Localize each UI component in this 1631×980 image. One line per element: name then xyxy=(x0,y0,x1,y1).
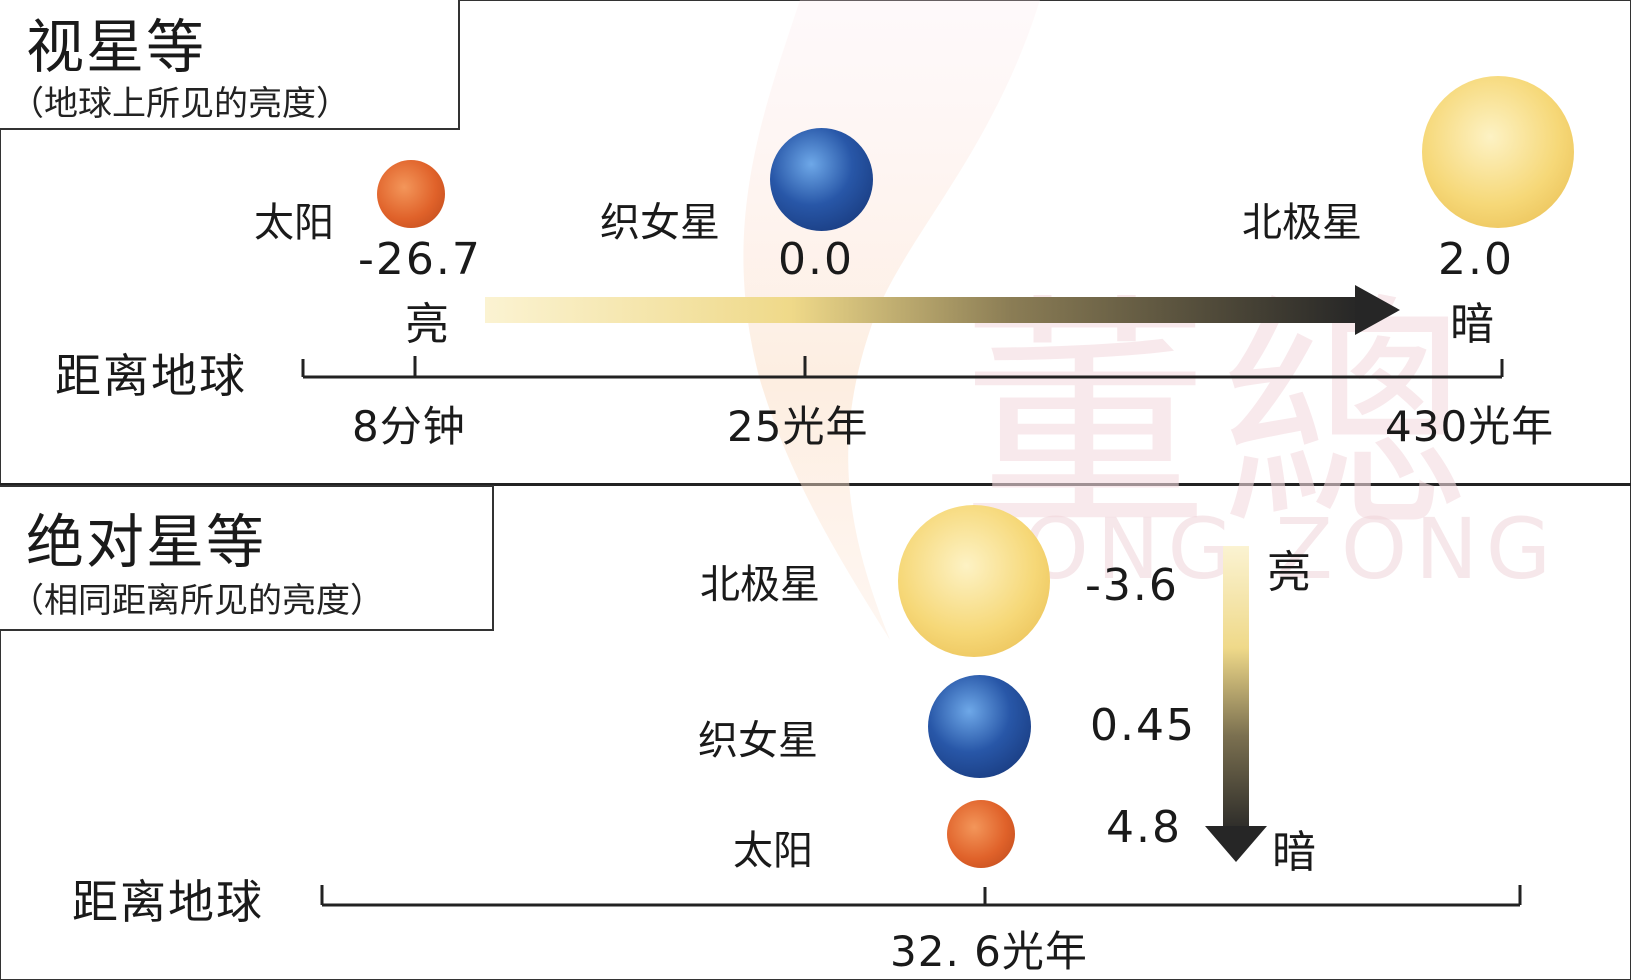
top-star-name-sun: 太阳 xyxy=(254,200,334,246)
bottom-star-name-vega: 织女星 xyxy=(698,718,818,764)
sun-ball xyxy=(947,800,1015,868)
top-star-name-vega: 织女星 xyxy=(600,200,720,246)
top-star-magnitude-sun: -26.7 xyxy=(358,234,482,285)
vega-ball xyxy=(770,128,873,231)
top-star-name-polaris: 北极星 xyxy=(1242,200,1362,246)
top-distance-label: 距离地球 xyxy=(55,349,247,403)
top-star-magnitude-polaris: 2.0 xyxy=(1438,234,1514,285)
top-bright-label: 亮 xyxy=(405,299,449,350)
sun-ball xyxy=(377,160,445,228)
polaris-ball xyxy=(1422,76,1574,228)
top-tick-430ly: 430光年 xyxy=(1385,402,1555,451)
bottom-distance-label: 距离地球 xyxy=(72,875,264,929)
bottom-star-magnitude-sun: 4.8 xyxy=(1106,802,1182,853)
top-tick-25ly: 25光年 xyxy=(727,402,869,451)
top-star-magnitude-vega: 0.0 xyxy=(778,234,854,285)
brightness-arrow-vertical xyxy=(1205,546,1267,862)
bottom-star-magnitude-vega: 0.45 xyxy=(1090,700,1196,751)
bottom-bright-label: 亮 xyxy=(1267,547,1311,598)
bottom-tick-32-6ly: 32. 6光年 xyxy=(890,927,1088,976)
polaris-ball xyxy=(898,505,1050,657)
absolute-magnitude-subtitle: （相同距离所见的亮度） xyxy=(10,581,384,621)
top-dark-label: 暗 xyxy=(1450,299,1494,350)
bottom-star-magnitude-polaris: -3.6 xyxy=(1085,560,1179,611)
brightness-arrow-horizontal xyxy=(485,285,1400,335)
bottom-star-name-sun: 太阳 xyxy=(733,828,813,874)
bottom-star-name-polaris: 北极星 xyxy=(700,562,820,608)
absolute-magnitude-title: 绝对星等 xyxy=(26,508,267,576)
distance-axis-bottom xyxy=(320,885,1522,907)
distance-axis-top xyxy=(301,356,1504,379)
vega-ball xyxy=(928,675,1031,778)
absolute-magnitude-title-box: 绝对星等 （相同距离所见的亮度） xyxy=(0,485,494,631)
bottom-dark-label: 暗 xyxy=(1272,827,1316,878)
top-tick-8min: 8分钟 xyxy=(352,402,466,451)
